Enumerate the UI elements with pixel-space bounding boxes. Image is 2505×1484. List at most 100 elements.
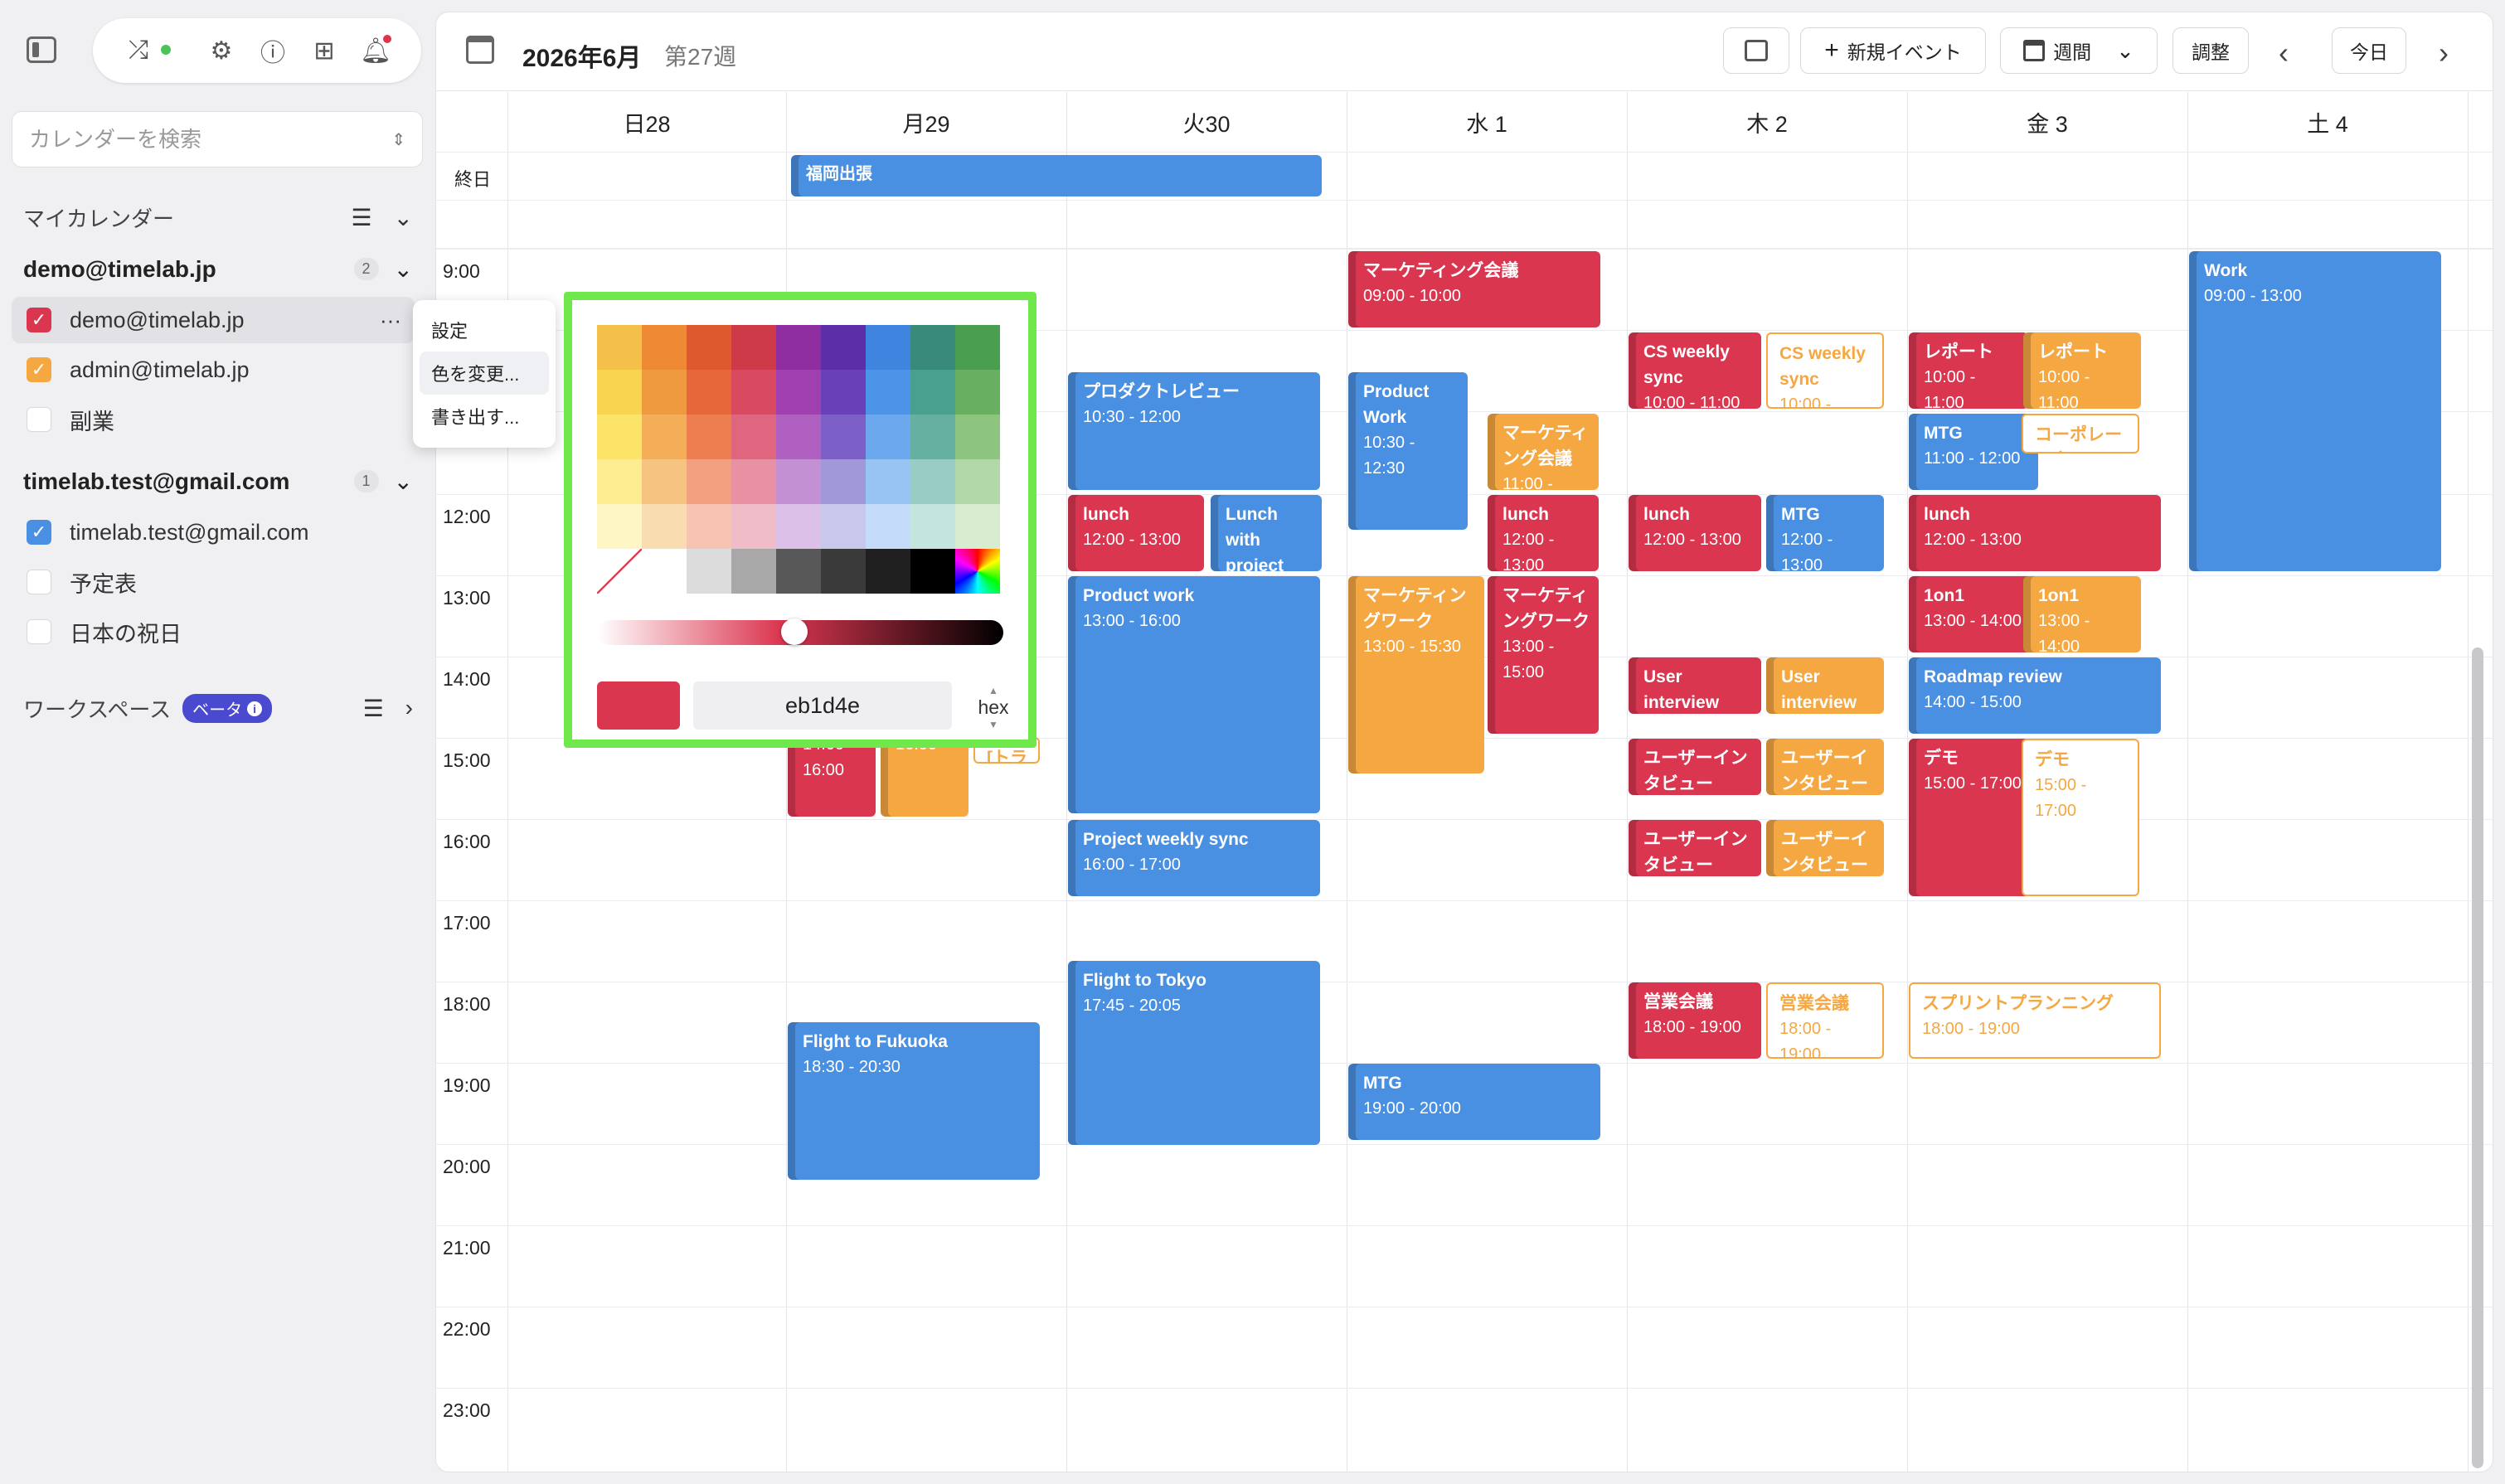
day-header[interactable]: 火30: [1066, 92, 1347, 152]
calendar-checkbox[interactable]: [27, 570, 51, 594]
color-swatch[interactable]: [687, 459, 731, 504]
no-color-swatch[interactable]: [597, 549, 642, 594]
color-swatch[interactable]: [955, 370, 1000, 415]
menu-item-settings[interactable]: 設定: [420, 308, 549, 352]
calendar-checkbox[interactable]: [27, 619, 51, 644]
calendar-item[interactable]: ✓ demo@timelab.jp ···: [12, 297, 415, 343]
day-header[interactable]: 金 3: [1907, 92, 2187, 152]
color-swatch[interactable]: [642, 504, 687, 549]
color-swatch[interactable]: [776, 459, 821, 504]
color-swatch[interactable]: [776, 370, 821, 415]
color-swatch[interactable]: [910, 370, 955, 415]
view-select[interactable]: 週間 ⌄: [2000, 27, 2158, 74]
list-icon[interactable]: ☰: [351, 204, 371, 231]
calendar-event[interactable]: MTG 12:00 - 13:00: [1766, 495, 1884, 571]
color-swatch[interactable]: [910, 504, 955, 549]
calendar-event[interactable]: マーケティングワーク 13:00 - 15:00: [1488, 576, 1599, 734]
shuffle-icon[interactable]: ⤮: [124, 36, 171, 65]
calendar-event[interactable]: レポート 10:00 - 11:00: [1909, 332, 2028, 409]
calendar-event[interactable]: lunch 12:00 - 13:00: [1909, 495, 2161, 571]
list-icon[interactable]: ☰: [363, 695, 384, 722]
calendar-search[interactable]: ⇕: [12, 111, 423, 167]
chevron-down-icon[interactable]: ⌄: [394, 255, 413, 283]
day-header[interactable]: 土 4: [2187, 92, 2468, 152]
sidebar-toggle-icon[interactable]: [27, 36, 56, 63]
calendar-item[interactable]: 予定表: [12, 559, 415, 605]
calendar-item[interactable]: 日本の祝日: [12, 609, 415, 655]
day-header[interactable]: 月29: [786, 92, 1066, 152]
calendar-event[interactable]: Flight to Tokyo 17:45 - 20:05: [1068, 961, 1320, 1145]
color-swatch[interactable]: [955, 325, 1000, 370]
workspace-header[interactable]: ワークスペース ベータ i ☰ ›: [23, 693, 413, 724]
calendar-event[interactable]: デモ 15:00 - 17:00: [2022, 739, 2139, 896]
opacity-slider[interactable]: [597, 618, 1003, 645]
color-swatch[interactable]: [687, 549, 731, 594]
today-button[interactable]: 今日: [2332, 27, 2406, 74]
color-swatch[interactable]: [687, 504, 731, 549]
account-header[interactable]: demo@timelab.jp 2 ⌄: [23, 255, 413, 283]
color-swatch[interactable]: [821, 459, 866, 504]
color-swatch[interactable]: [597, 415, 642, 459]
calendar-event[interactable]: lunch 12:00 - 13:00: [1629, 495, 1761, 571]
chevron-down-icon[interactable]: ⌄: [394, 468, 413, 495]
calendar-event[interactable]: ユーザーインタビュー16:00 -: [1766, 820, 1884, 876]
scrollbar[interactable]: [2472, 647, 2483, 1468]
color-swatch[interactable]: [597, 459, 642, 504]
chevron-right-icon[interactable]: ›: [405, 695, 413, 722]
calendar-event[interactable]: lunch 12:00 - 13:00: [1488, 495, 1599, 571]
color-swatch[interactable]: [687, 370, 731, 415]
calendar-event[interactable]: lunch 12:00 - 13:00: [1068, 495, 1204, 571]
calendar-event[interactable]: コーポレート定: [2022, 414, 2139, 453]
menu-item-change-color[interactable]: 色を変更...: [420, 352, 549, 395]
color-swatch[interactable]: [731, 370, 776, 415]
color-swatch[interactable]: [821, 370, 866, 415]
calendar-checkbox[interactable]: ✓: [27, 520, 51, 545]
color-swatch[interactable]: [642, 370, 687, 415]
calendar-event[interactable]: User interview14:00 -: [1766, 657, 1884, 714]
chevron-down-icon[interactable]: ⌄: [394, 204, 413, 231]
bell-icon[interactable]: 🔔︎: [360, 35, 391, 65]
calendar-event[interactable]: 営業会議 18:00 - 19:00: [1766, 982, 1884, 1059]
color-swatch[interactable]: [955, 504, 1000, 549]
calendar-event[interactable]: マーケティング会議 09:00 - 10:00: [1348, 251, 1600, 327]
slider-handle[interactable]: [781, 618, 808, 645]
day-header[interactable]: 木 2: [1627, 92, 1907, 152]
menu-item-export[interactable]: 書き出す...: [420, 395, 549, 438]
gift-icon[interactable]: ⊞: [310, 36, 338, 65]
format-toggle[interactable]: ▲ hex ▼: [970, 683, 1017, 731]
hex-input[interactable]: eb1d4e: [693, 681, 952, 730]
board-view-button[interactable]: [1723, 27, 1789, 74]
color-swatch[interactable]: [866, 549, 910, 594]
color-swatch[interactable]: [866, 415, 910, 459]
color-swatch[interactable]: [866, 504, 910, 549]
color-swatch[interactable]: [955, 459, 1000, 504]
color-swatch[interactable]: [597, 325, 642, 370]
color-swatch[interactable]: [731, 415, 776, 459]
color-swatch[interactable]: [687, 415, 731, 459]
color-swatch[interactable]: [910, 549, 955, 594]
calendar-item[interactable]: ✓ timelab.test@gmail.com: [12, 509, 415, 555]
calendar-event[interactable]: スプリントプランニング 18:00 - 19:00: [1909, 982, 2161, 1059]
calendar-event[interactable]: Product Work 10:30 - 12:30: [1348, 372, 1468, 530]
calendar-event[interactable]: レポート 10:00 - 11:00: [2023, 332, 2141, 409]
prev-week-icon[interactable]: ‹: [2279, 36, 2289, 70]
calendar-search-input[interactable]: [29, 126, 361, 153]
info-icon[interactable]: ⓘ: [259, 36, 287, 67]
calendar-item[interactable]: ✓ admin@timelab.jp: [12, 347, 415, 393]
calendar-event[interactable]: CS weekly sync 10:00 - 11:00: [1629, 332, 1761, 409]
color-swatch[interactable]: [955, 415, 1000, 459]
calendar-event[interactable]: Product work 13:00 - 16:00: [1068, 576, 1320, 813]
color-swatch[interactable]: [642, 459, 687, 504]
new-event-button[interactable]: + 新規イベント: [1800, 27, 1986, 74]
more-icon[interactable]: ···: [380, 308, 401, 333]
color-swatch[interactable]: [776, 415, 821, 459]
adjust-button[interactable]: 調整: [2172, 27, 2249, 74]
allday-event[interactable]: 福岡出張: [791, 155, 1322, 196]
calendar-event[interactable]: マーケティング会議 11:00 -: [1488, 414, 1599, 490]
color-swatch[interactable]: [866, 459, 910, 504]
color-swatch[interactable]: [821, 504, 866, 549]
color-swatch[interactable]: [642, 415, 687, 459]
custom-color-swatch[interactable]: [955, 549, 1000, 594]
calendar-event[interactable]: CS weekly sync 10:00 -: [1766, 332, 1884, 409]
calendar-event[interactable]: デモ 15:00 - 17:00: [1909, 739, 2038, 896]
